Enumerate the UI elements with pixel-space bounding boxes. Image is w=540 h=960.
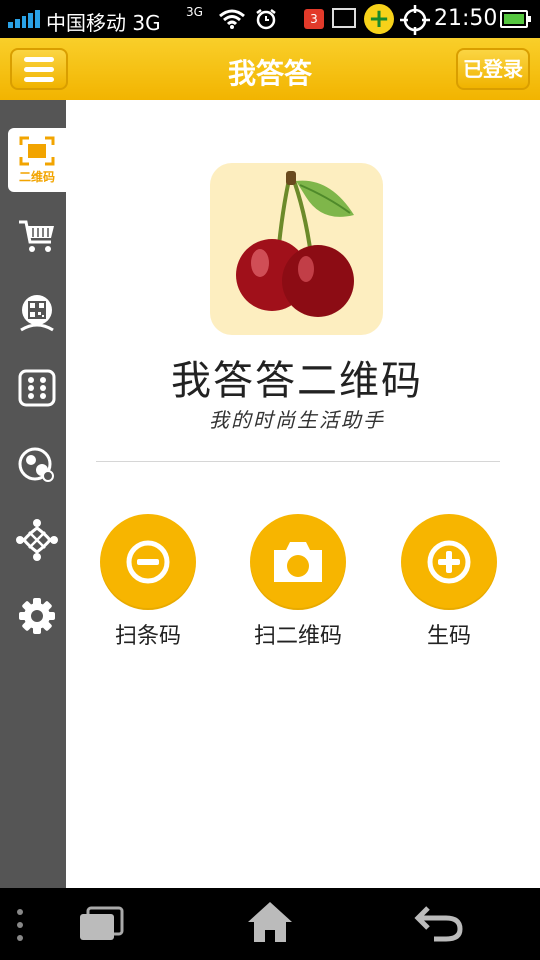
notification-badge: 3 xyxy=(304,9,324,29)
status-bar: 中国移动 3G 3G 3 + 21:50 xyxy=(0,0,540,38)
app-title: 我答答二维码 xyxy=(171,358,423,404)
app-slogan: 我的时尚生活助手 xyxy=(209,408,385,432)
sidebar-item-apps[interactable] xyxy=(8,356,66,420)
back-icon[interactable] xyxy=(414,902,464,942)
action-label: 扫二维码 xyxy=(253,624,342,649)
plus-circle-icon xyxy=(427,540,471,584)
image-notification-icon xyxy=(332,8,356,28)
gps-icon xyxy=(400,5,430,35)
alarm-icon xyxy=(256,9,276,30)
network-people-icon xyxy=(16,519,58,561)
main-content: 我答答二维码 我的时尚生活助手 扫条码 扫二维码 生码 xyxy=(66,100,540,888)
plus-app-icon: + xyxy=(364,4,394,34)
clock: 21:50 xyxy=(434,6,498,31)
app-header: 我答答 已登录 xyxy=(0,38,540,100)
battery-icon xyxy=(500,10,531,28)
app-logo xyxy=(210,163,383,335)
action-label: 生码 xyxy=(426,624,471,649)
wifi-icon xyxy=(219,9,245,29)
home-icon[interactable] xyxy=(246,900,294,944)
network-type-label: 3G xyxy=(186,5,203,19)
more-options-icon[interactable] xyxy=(14,908,26,942)
signal-strength-icon xyxy=(8,10,40,28)
system-nav-bar xyxy=(0,888,540,960)
minus-circle-icon xyxy=(126,540,170,584)
sidebar: 二维码 xyxy=(0,100,66,888)
action-label: 扫条码 xyxy=(114,624,181,649)
sidebar-item-settings[interactable] xyxy=(8,584,66,648)
sidebar-item-scan-person[interactable] xyxy=(8,280,66,344)
bubbles-icon xyxy=(18,447,54,482)
sidebar-item-social[interactable] xyxy=(8,432,66,496)
cherry-logo-icon xyxy=(236,171,354,317)
sidebar-item-network[interactable] xyxy=(8,508,66,572)
recent-apps-icon[interactable] xyxy=(78,906,124,942)
sidebar-item-shop[interactable] xyxy=(8,204,66,268)
qr-scan-person-icon xyxy=(20,295,54,332)
login-status-button[interactable]: 已登录 xyxy=(456,48,530,90)
qr-frame-icon xyxy=(19,136,55,165)
camera-icon xyxy=(274,542,322,582)
sidebar-item-qrcode[interactable]: 二维码 xyxy=(8,128,66,192)
sidebar-item-label: 二维码 xyxy=(18,169,55,184)
scan-barcode-button[interactable]: 扫条码 xyxy=(100,514,196,650)
generate-code-button[interactable]: 生码 xyxy=(401,514,497,650)
gear-icon xyxy=(19,598,55,634)
scan-qrcode-button[interactable]: 扫二维码 xyxy=(250,514,346,650)
divider xyxy=(96,461,500,462)
carrier-label: 中国移动 3G xyxy=(46,11,161,35)
dice-grid-icon xyxy=(18,369,56,407)
shopping-cart-icon xyxy=(19,220,54,252)
